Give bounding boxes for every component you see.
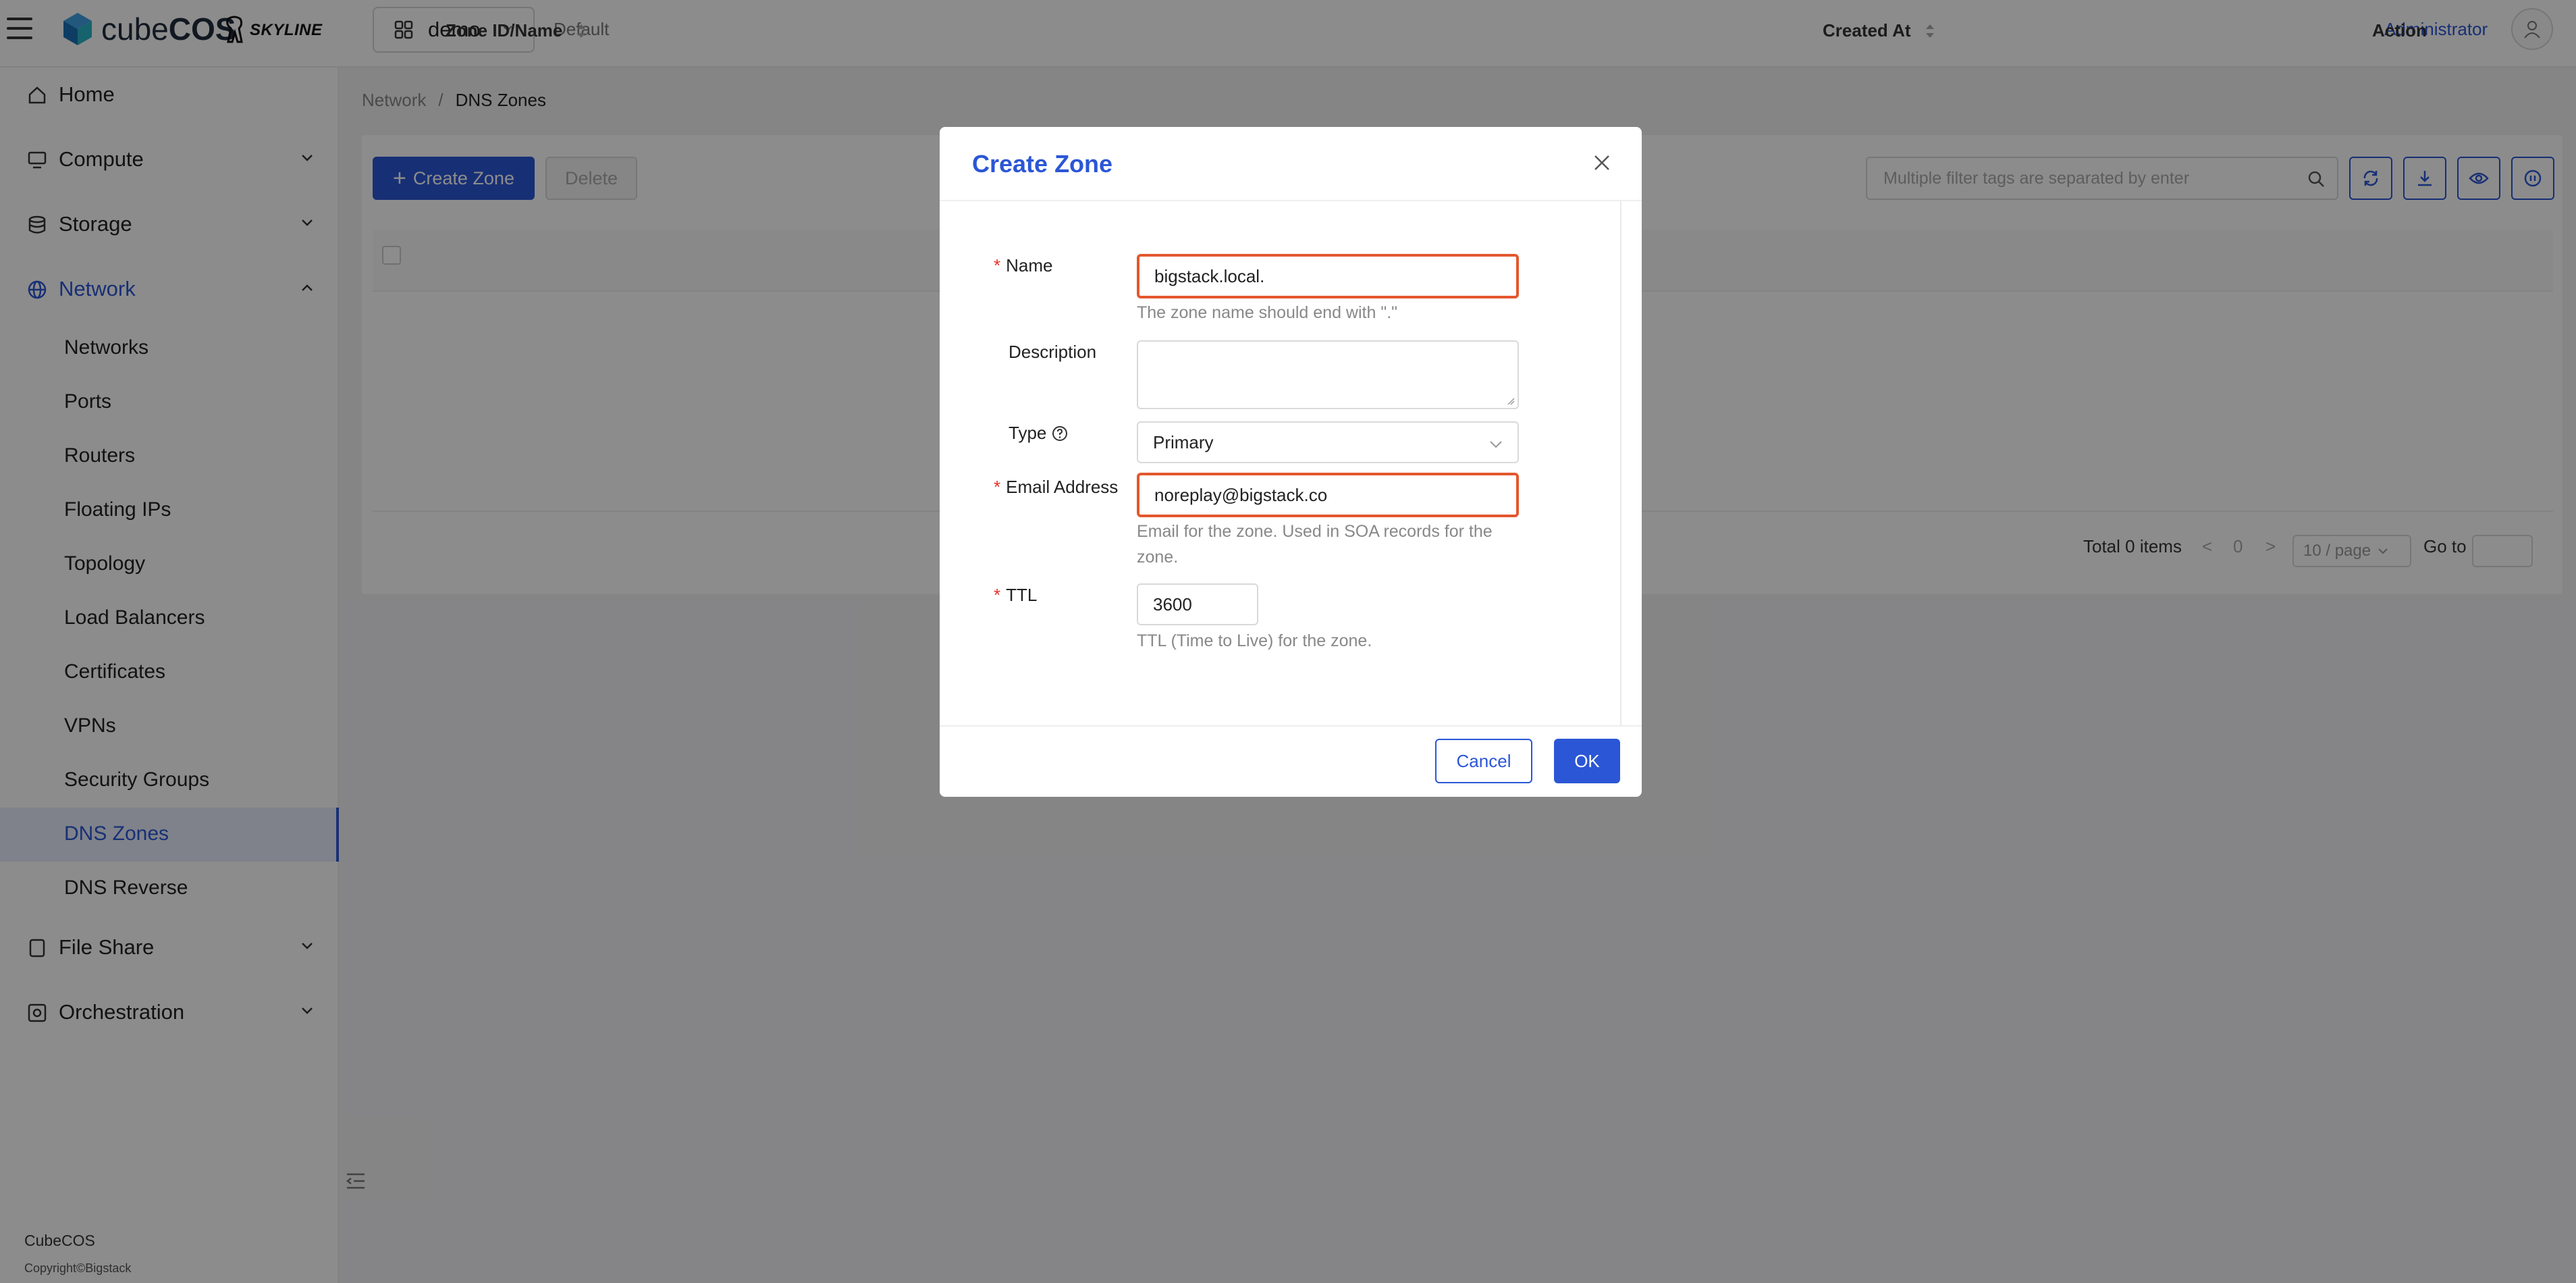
- ttl-label-text: TTL: [1006, 585, 1038, 605]
- name-input-value: bigstack.local.: [1154, 265, 1265, 286]
- type-select[interactable]: Primary: [1137, 421, 1519, 463]
- modal-title: Create Zone: [972, 150, 1113, 178]
- email-help-text: Email for the zone. Used in SOA records …: [1137, 522, 1493, 567]
- type-label: Type: [1009, 423, 1068, 444]
- name-label-text: Name: [1006, 255, 1053, 276]
- cancel-label: Cancel: [1456, 750, 1511, 771]
- required-mark: *: [994, 477, 1001, 497]
- modal-header-divider: [940, 200, 1642, 201]
- ttl-label: * TTL: [994, 585, 1037, 606]
- description-textarea[interactable]: [1137, 340, 1519, 409]
- modal-scrollbar[interactable]: [1620, 201, 1621, 725]
- type-select-value: Primary: [1153, 431, 1214, 452]
- close-icon[interactable]: [1592, 153, 1612, 173]
- type-label-text: Type: [1009, 423, 1047, 443]
- email-label: * Email Address: [994, 477, 1118, 498]
- email-input-value: noreplay@bigstack.co: [1154, 484, 1328, 505]
- required-mark: *: [994, 585, 1001, 605]
- ttl-input[interactable]: 3600: [1137, 583, 1258, 625]
- email-label-text: Email Address: [1006, 477, 1119, 497]
- create-zone-modal: Create Zone * Name bigstack.local. The zo…: [940, 127, 1642, 797]
- chevron-down-icon: [1490, 441, 1502, 448]
- required-mark: *: [994, 255, 1001, 276]
- ttl-help-text: TTL (Time to Live) for the zone.: [1137, 631, 1372, 650]
- name-help-text: The zone name should end with ".": [1137, 303, 1398, 322]
- ok-label: OK: [1574, 750, 1600, 771]
- modal-footer-divider: [940, 725, 1642, 727]
- name-input[interactable]: bigstack.local.: [1137, 254, 1519, 298]
- ok-button[interactable]: OK: [1554, 739, 1620, 783]
- cancel-button[interactable]: Cancel: [1435, 739, 1532, 783]
- email-input[interactable]: noreplay@bigstack.co: [1137, 473, 1519, 517]
- name-label: * Name: [994, 255, 1052, 276]
- help-circle-icon[interactable]: [1052, 425, 1068, 442]
- description-label: Description: [1009, 342, 1097, 362]
- resize-handle-icon[interactable]: [1507, 397, 1515, 405]
- ttl-input-value: 3600: [1153, 594, 1192, 614]
